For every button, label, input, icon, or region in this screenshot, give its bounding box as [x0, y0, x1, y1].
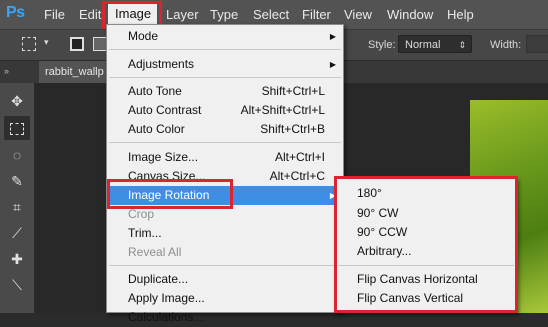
menu-window[interactable]: Window	[387, 7, 433, 22]
menu-edit[interactable]: Edit	[79, 7, 101, 22]
style-label: Style:	[368, 39, 396, 51]
collapse-panel-icon[interactable]: »	[4, 66, 9, 76]
menu-item-flip-canvas-horizontal[interactable]: Flip Canvas Horizontal	[336, 270, 516, 289]
brush-tool-icon[interactable]: ⟍	[4, 273, 30, 297]
menu-item-image-rotation[interactable]: Image Rotation ▶	[107, 186, 343, 205]
menu-item-adjustments[interactable]: Adjustments ▶	[107, 55, 343, 74]
select-arrows-icon: ⇕	[458, 40, 466, 50]
menu-item-arbitrary[interactable]: Arbitrary...	[336, 242, 516, 261]
move-tool-icon[interactable]: ✥	[4, 89, 30, 113]
menu-item-trim[interactable]: Trim...	[107, 224, 343, 243]
style-select-value: Normal	[405, 39, 441, 51]
style-select[interactable]: Normal ⇕	[398, 35, 472, 53]
menu-image[interactable]: Image	[108, 3, 158, 25]
eyedropper-tool-icon[interactable]: ⟋	[4, 221, 30, 245]
menu-item-apply-image[interactable]: Apply Image...	[107, 289, 343, 308]
menu-item-auto-color[interactable]: Auto Color Shift+Ctrl+B	[107, 120, 343, 139]
menu-type[interactable]: Type	[210, 7, 238, 22]
menu-separator	[338, 265, 514, 266]
menu-item-rotate-90-ccw[interactable]: 90° CCW	[336, 223, 516, 242]
menu-help[interactable]: Help	[447, 7, 474, 22]
menu-item-duplicate[interactable]: Duplicate...	[107, 270, 343, 289]
menu-item-mode[interactable]: Mode ▶	[107, 27, 343, 46]
marquee-preset-icon[interactable]	[22, 37, 36, 51]
menu-item-flip-canvas-vertical[interactable]: Flip Canvas Vertical	[336, 289, 516, 308]
menu-separator	[109, 77, 341, 78]
submenu-arrow-icon: ▶	[329, 60, 336, 69]
menu-item-reveal-all[interactable]: Reveal All	[107, 243, 343, 262]
menu-item-image-size[interactable]: Image Size... Alt+Ctrl+I	[107, 148, 343, 167]
menu-separator	[109, 142, 341, 143]
menu-item-rotate-90-cw[interactable]: 90° CW	[336, 204, 516, 223]
menu-file[interactable]: File	[44, 7, 65, 22]
chevron-down-icon[interactable]: ▾	[44, 37, 49, 48]
menu-item-calculations[interactable]: Calculations...	[107, 308, 343, 327]
width-input[interactable]	[526, 35, 548, 53]
marquee-tool-icon[interactable]	[4, 116, 30, 140]
menu-filter[interactable]: Filter	[302, 7, 331, 22]
menu-separator	[109, 49, 341, 50]
add-to-selection-icon[interactable]	[93, 37, 107, 51]
new-selection-icon[interactable]	[70, 37, 84, 51]
menu-layer[interactable]: Layer	[166, 7, 199, 22]
image-menu-dropdown: Mode ▶ Adjustments ▶ Auto Tone Shift+Ctr…	[106, 24, 344, 324]
menu-item-crop[interactable]: Crop	[107, 205, 343, 224]
quick-selection-tool-icon[interactable]: ✎	[4, 169, 30, 193]
lasso-tool-icon[interactable]: ◌	[4, 143, 30, 167]
width-label: Width:	[490, 39, 522, 51]
submenu-arrow-icon: ▶	[329, 32, 336, 41]
menu-item-auto-contrast[interactable]: Auto Contrast Alt+Shift+Ctrl+L	[107, 101, 343, 120]
crop-tool-icon[interactable]: ⌗	[4, 195, 30, 219]
menu-separator	[109, 265, 341, 266]
photoshop-logo: Ps	[6, 4, 25, 21]
menu-select[interactable]: Select	[253, 7, 289, 22]
menu-item-canvas-size[interactable]: Canvas Size... Alt+Ctrl+C	[107, 167, 343, 186]
menu-item-rotate-180[interactable]: 180°	[336, 184, 516, 203]
toolbox: ✥ ◌ ✎ ⌗ ⟋ ✚ ⟍	[0, 83, 35, 313]
healing-brush-tool-icon[interactable]: ✚	[4, 247, 30, 271]
menu-item-auto-tone[interactable]: Auto Tone Shift+Ctrl+L	[107, 82, 343, 101]
menu-view[interactable]: View	[344, 7, 372, 22]
image-rotation-submenu: 180° 90° CW 90° CCW Arbitrary... Flip Ca…	[335, 178, 517, 313]
